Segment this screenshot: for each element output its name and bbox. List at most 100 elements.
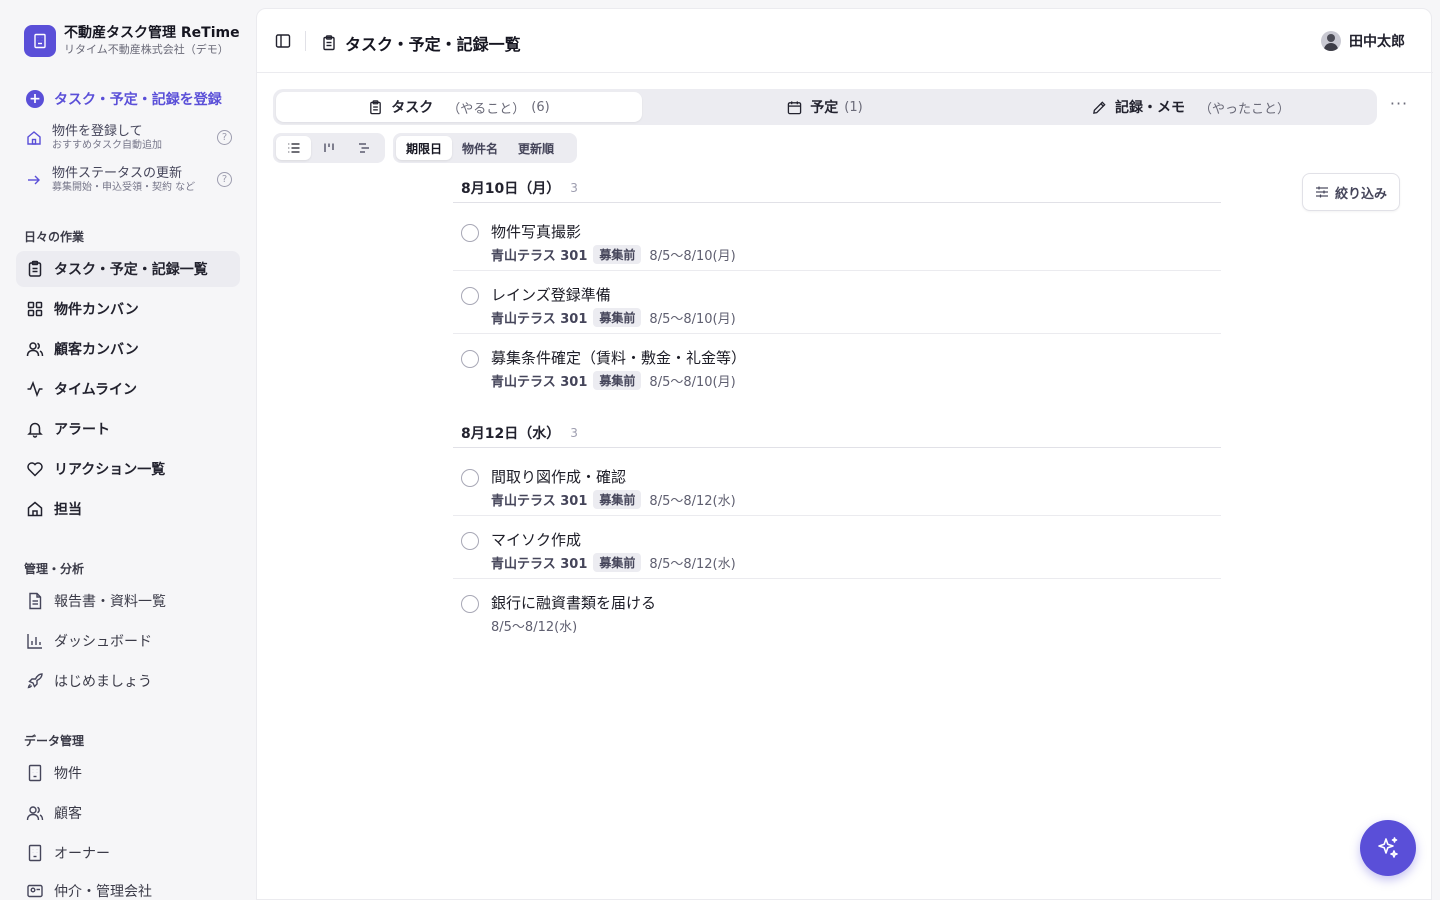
nav-customer-kanban[interactable]: 顧客カンバン — [16, 331, 240, 367]
task-title: 間取り図作成・確認 — [491, 468, 627, 486]
tab-schedule[interactable]: 予定 (1) — [642, 92, 1008, 122]
register-button[interactable]: + タスク・予定・記録を登録 — [26, 88, 222, 110]
task-checkbox[interactable] — [461, 350, 479, 368]
nav-brokers[interactable]: 仲介・管理会社 — [16, 873, 240, 900]
tab-records[interactable]: 記録・メモ （やったこと） — [1008, 92, 1374, 122]
grid-icon — [27, 301, 43, 317]
clipboard-icon — [28, 260, 42, 277]
task-property[interactable]: 青山テラス 301 — [491, 553, 587, 572]
sort-property-name[interactable]: 物件名 — [452, 136, 508, 160]
tab-sublabel: （やったこと） — [1198, 101, 1290, 117]
users-icon — [26, 342, 44, 357]
task-checkbox[interactable] — [461, 595, 479, 613]
company-name: リタイム不動産株式会社（デモ） — [64, 43, 229, 56]
task-checkbox[interactable] — [461, 287, 479, 305]
nav-reactions[interactable]: リアクション一覧 — [16, 451, 240, 487]
nav-timeline[interactable]: タイムライン — [16, 371, 240, 407]
user-name: 田中太郎 — [1349, 34, 1405, 50]
nav-customers[interactable]: 顧客 — [16, 795, 240, 831]
page-title: タスク・予定・記録一覧 — [345, 35, 521, 54]
sidebar-toggle-icon[interactable] — [275, 33, 291, 49]
bell-icon — [27, 422, 43, 438]
nav-label: タイムライン — [54, 382, 138, 398]
user-menu[interactable]: 田中太郎 — [1321, 31, 1405, 51]
brand[interactable]: 不動産タスク管理 ReTime リタイム不動産株式会社（デモ） — [24, 24, 240, 58]
nav-assignee[interactable]: 担当 — [16, 491, 240, 527]
sort-due-date[interactable]: 期限日 — [396, 136, 453, 160]
task-property[interactable]: 青山テラス 301 — [491, 308, 587, 327]
status-badge: 募集前 — [593, 371, 642, 390]
nav-label: タスク・予定・記録一覧 — [54, 262, 208, 278]
register-button-label: タスク・予定・記録を登録 — [54, 92, 222, 108]
building-icon — [28, 844, 42, 862]
task-row[interactable]: 物件写真撮影 青山テラス 301 募集前 8/5〜8/10(月) — [453, 208, 1221, 271]
nav-dashboard[interactable]: ダッシュボード — [16, 623, 240, 659]
nav-alert[interactable]: アラート — [16, 411, 240, 447]
users-icon — [26, 806, 44, 821]
task-title: マイソク作成 — [491, 531, 582, 549]
group-count: 3 — [570, 425, 578, 440]
task-period: 8/5〜8/12(水) — [491, 620, 578, 635]
task-row[interactable]: レインズ登録準備 青山テラス 301 募集前 8/5〜8/10(月) — [453, 271, 1221, 334]
nav-task-list[interactable]: タスク・予定・記録一覧 — [16, 251, 240, 287]
task-meta: 青山テラス 301 募集前 8/5〜8/10(月) — [491, 245, 736, 264]
tab-label: 記録・メモ — [1114, 100, 1185, 116]
task-title: 銀行に融資書類を届ける — [491, 594, 657, 612]
more-options-button[interactable]: ··· — [1389, 96, 1409, 117]
task-meta: 8/5〜8/12(水) — [491, 616, 577, 635]
update-status-helper[interactable]: 物件ステータスの更新 募集開始・申込受領・契約 など ? — [26, 166, 236, 194]
task-checkbox[interactable] — [461, 469, 479, 487]
task-row[interactable]: 銀行に融資書類を届ける 8/5〜8/12(水) — [453, 579, 1221, 642]
nav-label: アラート — [54, 422, 110, 438]
task-title: レインズ登録準備 — [491, 286, 611, 304]
register-property-helper[interactable]: 物件を登録して おすすめタスク自動追加 ? — [26, 124, 236, 152]
task-property[interactable]: 青山テラス 301 — [491, 245, 587, 264]
home-icon — [27, 131, 41, 145]
nav-reports[interactable]: 報告書・資料一覧 — [16, 583, 240, 619]
sort-updated[interactable]: 更新順 — [508, 136, 564, 160]
ai-assistant-button[interactable] — [1360, 820, 1416, 876]
list-icon — [288, 143, 299, 153]
app-title: 不動産タスク管理 ReTime — [64, 25, 240, 41]
status-badge: 募集前 — [593, 245, 642, 264]
help-icon[interactable]: ? — [217, 172, 232, 187]
gantt-view-button[interactable] — [346, 136, 381, 160]
filter-button[interactable]: 絞り込み — [1302, 173, 1400, 211]
tab-label: タスク — [391, 100, 434, 116]
nav-label: 顧客カンバン — [54, 342, 139, 358]
divider — [305, 31, 306, 51]
nav-label: ダッシュボード — [54, 634, 152, 650]
kanban-view-button[interactable] — [311, 136, 346, 160]
task-checkbox[interactable] — [461, 224, 479, 242]
task-row[interactable]: マイソク作成 青山テラス 301 募集前 8/5〜8/12(水) — [453, 516, 1221, 579]
nav-getting-started[interactable]: はじめましょう — [16, 663, 240, 699]
nav-label: はじめましょう — [54, 674, 152, 690]
nav-property-kanban[interactable]: 物件カンバン — [16, 291, 240, 327]
nav-owners[interactable]: オーナー — [16, 835, 240, 871]
pencil-icon — [1093, 100, 1106, 114]
nav-label: 担当 — [54, 502, 82, 518]
tab-tasks[interactable]: タスク （やること） (6) — [276, 92, 642, 122]
group-count: 3 — [570, 180, 578, 195]
list-view-button[interactable] — [276, 136, 311, 160]
help-icon[interactable]: ? — [217, 130, 232, 145]
status-badge: 募集前 — [593, 308, 642, 327]
task-row[interactable]: 間取り図作成・確認 青山テラス 301 募集前 8/5〜8/12(水) — [453, 453, 1221, 516]
nav-label: 物件 — [54, 766, 82, 782]
task-row[interactable]: 募集条件確定（賃料・敷金・礼金等） 青山テラス 301 募集前 8/5〜8/10… — [453, 334, 1221, 397]
task-property[interactable]: 青山テラス 301 — [491, 371, 587, 390]
helper-subtitle: 募集開始・申込受領・契約 など — [52, 182, 196, 193]
task-meta: 青山テラス 301 募集前 8/5〜8/12(水) — [491, 490, 736, 509]
bar-chart-icon — [27, 634, 42, 649]
id-card-icon — [27, 884, 43, 898]
task-checkbox[interactable] — [461, 532, 479, 550]
nav-properties[interactable]: 物件 — [16, 755, 240, 791]
rocket-icon — [27, 673, 43, 689]
nav-label: 顧客 — [54, 806, 82, 822]
group-date: 8月12日（水） — [461, 425, 561, 442]
task-property[interactable]: 青山テラス 301 — [491, 490, 587, 509]
task-meta: 青山テラス 301 募集前 8/5〜8/10(月) — [491, 308, 736, 327]
section-data: データ管理 — [24, 734, 85, 748]
tab-sublabel: （やること） — [447, 101, 526, 117]
sliders-icon — [1315, 186, 1328, 198]
